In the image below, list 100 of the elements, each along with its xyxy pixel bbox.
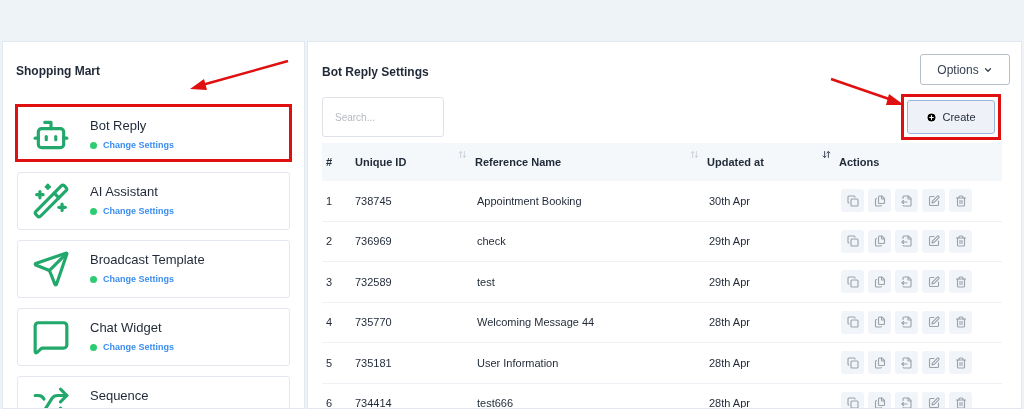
- duplicate-icon: [873, 316, 886, 329]
- action-button[interactable]: [922, 229, 945, 253]
- action-button[interactable]: [868, 310, 891, 334]
- action-button[interactable]: [949, 351, 972, 375]
- action-button[interactable]: [895, 270, 918, 294]
- trash-icon: [954, 397, 967, 408]
- action-button[interactable]: [949, 189, 972, 213]
- action-button[interactable]: [841, 229, 864, 253]
- action-button[interactable]: [895, 391, 918, 408]
- edit-icon: [927, 194, 940, 207]
- table-cell: 734414: [355, 397, 392, 408]
- edit-icon: [927, 356, 940, 369]
- action-button[interactable]: [841, 391, 864, 408]
- action-button[interactable]: [841, 270, 864, 294]
- action-button[interactable]: [868, 229, 891, 253]
- chat-bubble-icon: [32, 318, 70, 356]
- create-button[interactable]: Create: [907, 100, 995, 134]
- action-button[interactable]: [868, 270, 891, 294]
- table-cell: test666: [477, 397, 514, 408]
- file-export-icon: [900, 235, 913, 248]
- duplicate-icon: [873, 235, 886, 248]
- table-cell: 735181: [355, 356, 392, 369]
- action-button[interactable]: [895, 310, 918, 334]
- edit-icon: [927, 235, 940, 248]
- item-title: Broadcast Template: [90, 252, 205, 268]
- edit-icon: [927, 397, 940, 408]
- copy-icon: [846, 356, 859, 369]
- trash-icon: [954, 235, 967, 248]
- action-button[interactable]: [922, 310, 945, 334]
- action-button[interactable]: [841, 310, 864, 334]
- edit-icon: [927, 316, 940, 329]
- trash-icon: [954, 194, 967, 207]
- action-button[interactable]: [949, 229, 972, 253]
- file-export-icon: [900, 275, 913, 288]
- table-cell: 1: [326, 194, 333, 207]
- table-cell: 6: [326, 397, 333, 408]
- table-cell: 738745: [355, 194, 392, 207]
- table-cell: 3: [326, 275, 333, 288]
- section-title: Bot Reply Settings: [322, 64, 429, 81]
- action-button[interactable]: [868, 189, 891, 213]
- table-cell: Appointment Booking: [477, 194, 582, 207]
- table-cell: 736969: [355, 235, 392, 247]
- copy-icon: [846, 275, 859, 288]
- edit-icon: [927, 275, 940, 288]
- sidebar-item[interactable]: Chat Widget Change Settings: [17, 308, 290, 366]
- trash-icon: [954, 356, 967, 369]
- file-export-icon: [900, 194, 913, 207]
- table-cell: 29th Apr: [709, 235, 750, 247]
- copy-icon: [846, 235, 859, 248]
- table-cell: 29th Apr: [709, 275, 750, 288]
- action-button[interactable]: [895, 189, 918, 213]
- item-title: Sequence: [90, 388, 149, 404]
- options-button[interactable]: Options: [920, 54, 1010, 85]
- action-button[interactable]: [841, 189, 864, 213]
- item-title: Chat Widget: [90, 320, 163, 336]
- column-header: Reference Name: [475, 154, 562, 170]
- action-button[interactable]: [841, 351, 864, 375]
- magic-wand-icon: [32, 182, 70, 220]
- action-button[interactable]: [949, 391, 972, 408]
- sidebar-item[interactable]: AI Assistant Change Settings: [17, 172, 290, 230]
- action-button[interactable]: [922, 351, 945, 375]
- action-button[interactable]: [922, 391, 945, 408]
- action-button[interactable]: [922, 189, 945, 213]
- action-button[interactable]: [895, 351, 918, 375]
- file-export-icon: [900, 397, 913, 408]
- duplicate-icon: [873, 356, 886, 369]
- table-cell: User Information: [477, 356, 559, 369]
- action-button[interactable]: [949, 310, 972, 334]
- action-button[interactable]: [895, 229, 918, 253]
- sidebar-title: Shopping Mart: [15, 63, 100, 80]
- action-button[interactable]: [868, 351, 891, 375]
- duplicate-icon: [873, 194, 886, 207]
- sidebar-item[interactable]: Bot Reply Change Settings: [15, 104, 292, 162]
- file-export-icon: [900, 316, 913, 329]
- table-cell: test: [477, 275, 495, 288]
- action-button[interactable]: [868, 391, 891, 408]
- copy-icon: [846, 194, 859, 207]
- item-title: AI Assistant: [90, 184, 159, 200]
- sidebar-item[interactable]: Broadcast Template Change Settings: [17, 240, 290, 298]
- trash-icon: [954, 275, 967, 288]
- search-field[interactable]: Search...: [322, 97, 444, 137]
- sidebar-item[interactable]: Sequence: [17, 376, 290, 408]
- table-cell: 30th Apr: [709, 194, 750, 207]
- table-cell: 4: [326, 316, 333, 328]
- table-cell: 735770: [355, 316, 392, 328]
- column-header: Updated at: [707, 154, 764, 170]
- table-cell: 2: [326, 235, 333, 247]
- duplicate-icon: [873, 275, 886, 288]
- action-button[interactable]: [922, 270, 945, 294]
- column-header: #: [326, 154, 333, 170]
- sort-icon[interactable]: [822, 150, 831, 159]
- copy-icon: [846, 316, 859, 329]
- table-cell: 732589: [355, 275, 392, 288]
- copy-icon: [846, 397, 859, 408]
- table-cell: 5: [326, 356, 333, 369]
- item-title: Bot Reply: [90, 118, 148, 134]
- table-cell: 28th Apr: [709, 316, 750, 328]
- paper-plane-icon: [32, 250, 70, 288]
- table-cell: Welcoming Message 44: [477, 316, 595, 328]
- action-button[interactable]: [949, 270, 972, 294]
